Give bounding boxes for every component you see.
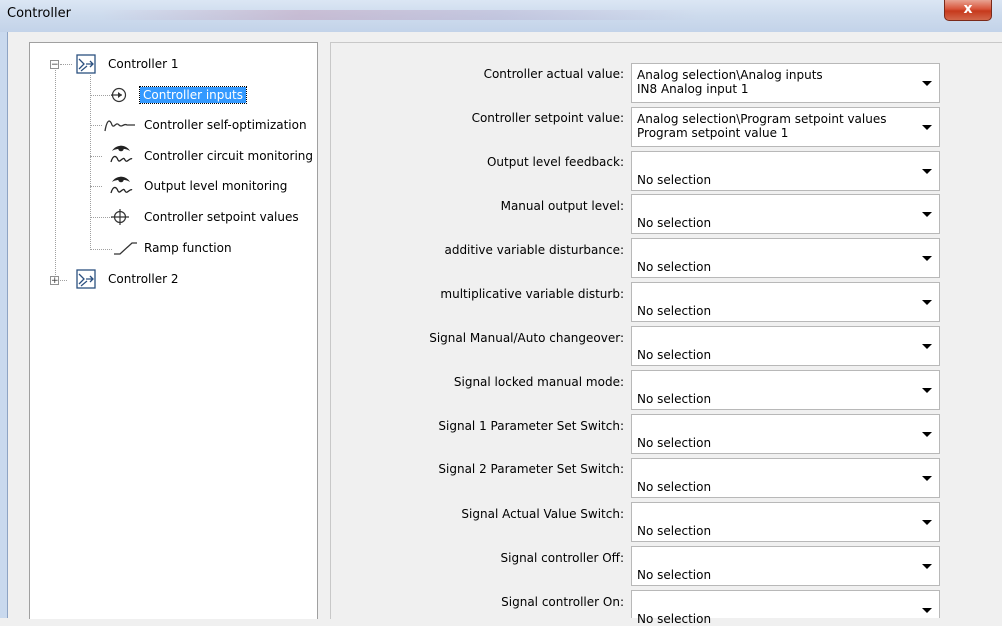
tree-node-ramp-function[interactable]: Ramp function [144,238,232,258]
field-label: Controller actual value: [483,67,624,81]
tree-node-label: Controller setpoint values [144,210,299,224]
field-label: multiplicative variable disturb: [440,287,624,301]
signal-manual-auto-changeover-dropdown[interactable]: No selection [631,326,940,366]
dropdown-value: No selection [637,216,712,230]
field-label: additive variable disturbance: [444,243,624,257]
tree-node-controller-1[interactable]: Controller 1 [108,54,178,74]
chevron-down-icon [922,564,932,569]
tree-node-label: Controller circuit monitoring [144,149,314,163]
window-title: Controller [7,6,71,21]
dropdown-value: No selection [637,436,712,450]
dropdown-value: No selection [637,348,712,362]
tree-expand-button[interactable]: + [50,276,59,286]
manual-output-level-dropdown[interactable]: No selection [631,194,940,234]
chevron-down-icon [922,212,932,217]
dropdown-value: No selection [637,612,712,626]
chevron-down-icon [922,125,932,130]
dropdown-value: Analog selection\Program setpoint values [637,112,887,126]
chevron-down-icon [922,432,932,437]
tree-view[interactable]: − Controller 1 Controller inputs Control… [29,42,318,619]
dropdown-value: No selection [637,524,712,538]
signal-controller-off-dropdown[interactable]: No selection [631,546,940,586]
additive-variable-disturbance-dropdown[interactable]: No selection [631,238,940,278]
tree-node-label: Ramp function [144,241,232,255]
window-frame-edge [7,32,8,618]
signal-2-parameter-set-switch-dropdown[interactable]: No selection [631,458,940,498]
tree-node-label: Controller self-optimization [144,118,307,132]
dropdown-value: No selection [637,480,712,494]
controller-icon [76,269,96,289]
dropdown-value-line2: IN8 Analog input 1 [637,82,749,96]
tree-node-controller-inputs[interactable]: Controller inputs [139,85,247,105]
field-label: Signal locked manual mode: [453,375,624,389]
tree-node-label: Controller 2 [108,272,179,286]
chevron-down-icon [922,344,932,349]
dropdown-value: No selection [637,260,712,274]
chevron-down-icon [922,81,932,86]
tree-node-controller-setpoint-values[interactable]: Controller setpoint values [144,207,299,227]
signal-locked-manual-mode-dropdown[interactable]: No selection [631,370,940,410]
dropdown-value-line2: Program setpoint value 1 [637,126,789,140]
field-label: Manual output level: [500,199,624,213]
field-label: Controller setpoint value: [471,111,624,125]
field-label: Signal controller On: [501,595,624,609]
output-level-feedback-dropdown[interactable]: No selection [631,151,940,191]
monitoring-eye-icon [110,176,133,194]
monitoring-eye-icon [110,145,133,163]
signal-controller-on-dropdown[interactable]: No selection [631,590,940,626]
field-label: Signal controller Off: [500,551,625,565]
dropdown-value: No selection [637,392,712,406]
tree-node-output-level-monitoring[interactable]: Output level monitoring [144,176,287,196]
close-button[interactable]: x [944,0,992,21]
chevron-down-icon [922,169,932,174]
tree-node-controller-self-optimization[interactable]: Controller self-optimization [144,115,307,135]
chevron-down-icon [922,608,932,613]
tree-node-controller-circuit-monitoring[interactable]: Controller circuit monitoring [144,146,313,166]
controller-setpoint-value-dropdown[interactable]: Analog selection\Program setpoint values… [631,107,940,147]
input-arrow-icon [111,87,127,103]
chevron-down-icon [922,520,932,525]
controller-icon [76,54,96,74]
chevron-down-icon [922,476,932,481]
self-optimization-icon [104,120,135,132]
field-label: Output level feedback: [486,155,624,169]
tree-node-label: Controller inputs [139,86,247,104]
dropdown-value: Analog selection\Analog inputs [637,68,823,82]
field-label: Signal Manual/Auto changeover: [429,331,624,345]
window-frame [0,32,7,618]
chevron-down-icon [922,300,932,305]
signal-1-parameter-set-switch-dropdown[interactable]: No selection [631,414,940,454]
tree-node-controller-2[interactable]: Controller 2 [108,269,178,289]
ramp-icon [114,242,137,255]
dropdown-value: No selection [637,173,712,187]
controller-actual-value-dropdown[interactable]: Analog selection\Analog inputs IN8 Analo… [631,63,940,103]
signal-actual-value-switch-dropdown[interactable]: No selection [631,502,940,542]
tree-node-label: Controller 1 [108,57,179,71]
title-bar: Controller x [0,0,1002,32]
tree-collapse-button[interactable]: − [50,60,59,70]
tree-node-label: Output level monitoring [144,179,288,193]
field-label: Signal Actual Value Switch: [461,507,624,521]
setpoint-icon [111,209,129,225]
field-label: Signal 1 Parameter Set Switch: [438,419,624,433]
multiplicative-variable-disturb-dropdown[interactable]: No selection [631,282,940,322]
chevron-down-icon [922,256,932,261]
title-bar-glare [100,10,700,20]
field-label: Signal 2 Parameter Set Switch: [438,462,624,476]
dropdown-value: No selection [637,304,712,318]
chevron-down-icon [922,388,932,393]
dropdown-value: No selection [637,568,712,582]
